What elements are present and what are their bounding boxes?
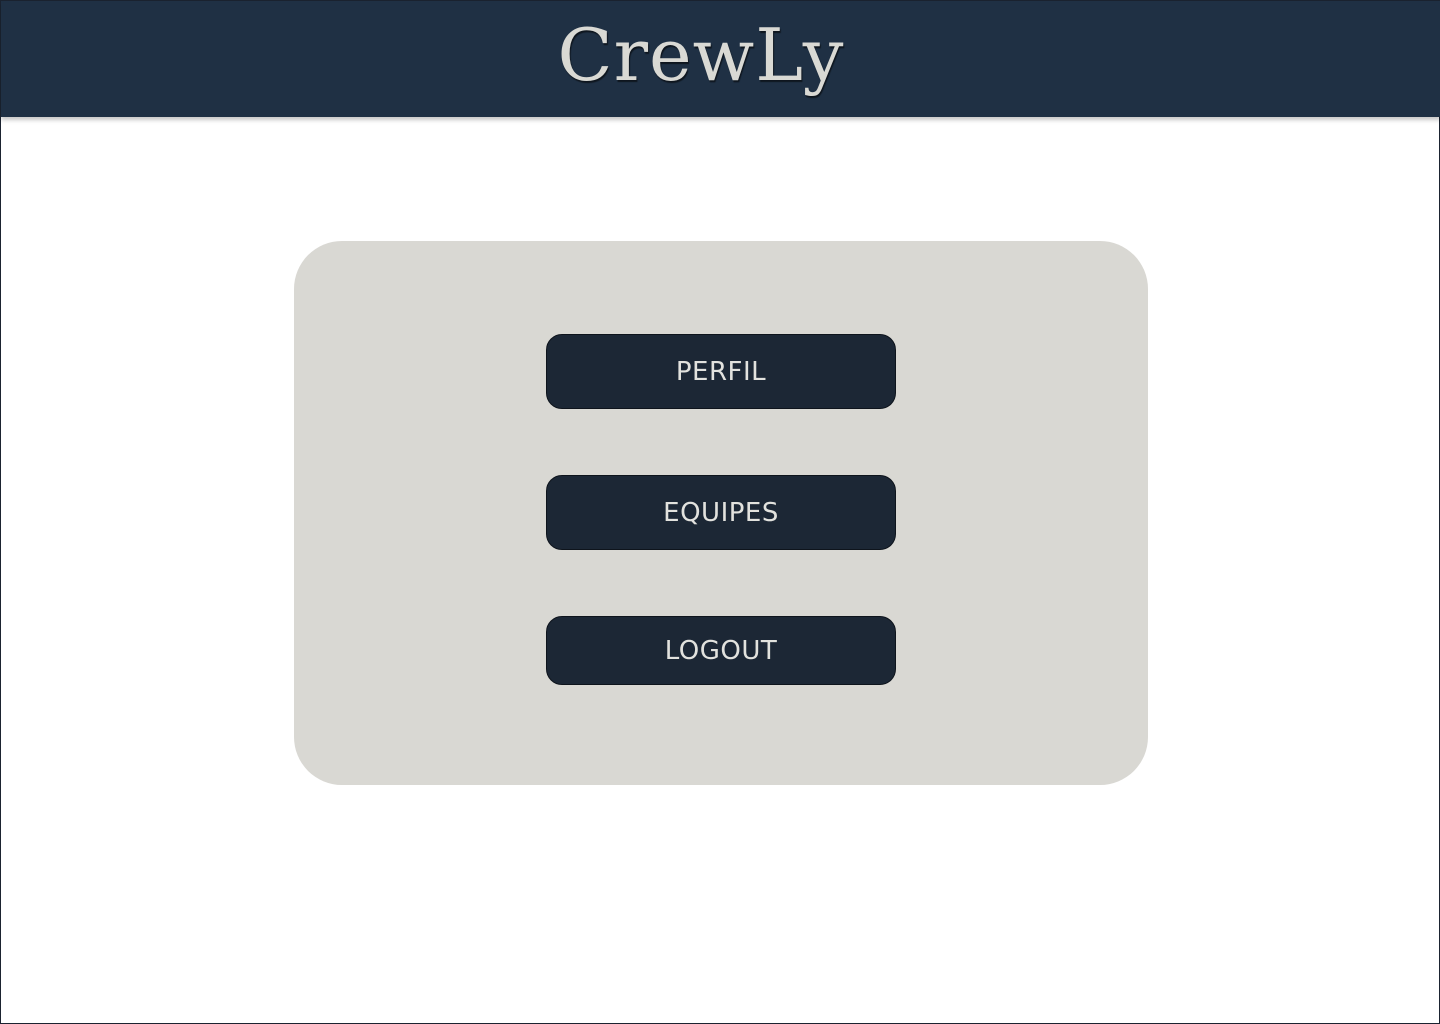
perfil-button[interactable]: PERFIL <box>546 334 896 409</box>
top-header: CrewLy <box>1 1 1440 117</box>
menu-card: PERFIL EQUIPES LOGOUT <box>294 241 1148 785</box>
app-logo: CrewLy <box>557 13 845 97</box>
equipes-button[interactable]: EQUIPES <box>546 475 896 550</box>
logout-button[interactable]: LOGOUT <box>546 616 896 685</box>
page-frame: CrewLy PERFIL EQUIPES LOGOUT <box>0 0 1440 1024</box>
